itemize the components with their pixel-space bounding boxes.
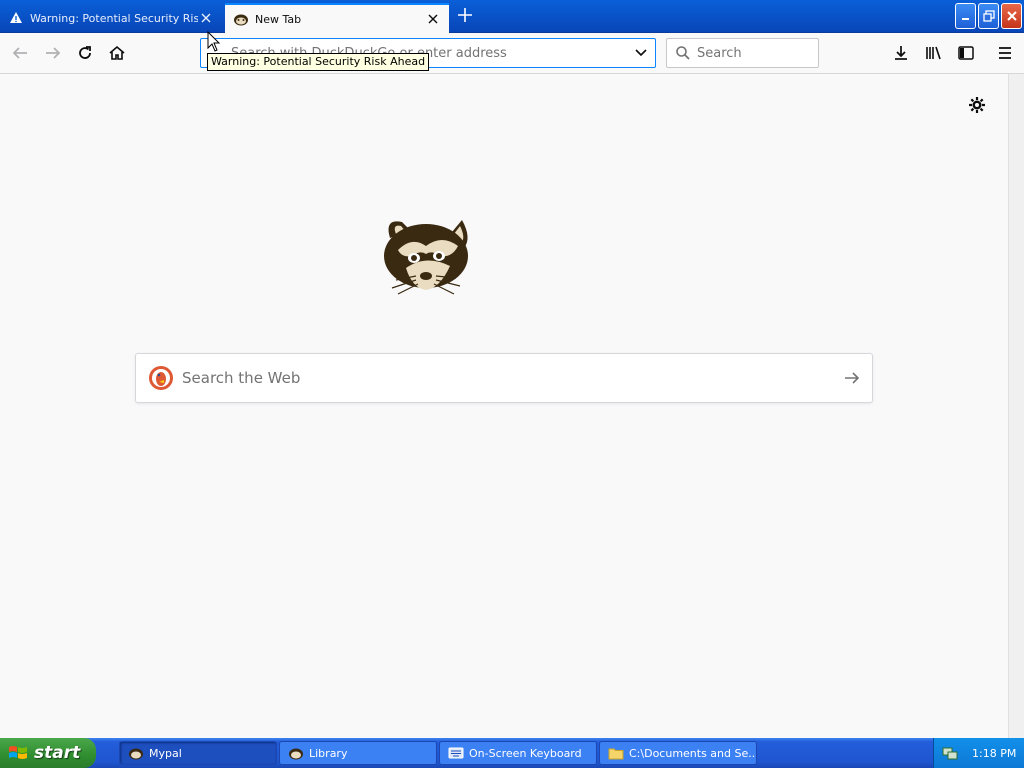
home-button[interactable] bbox=[104, 41, 130, 65]
network-icon[interactable] bbox=[942, 745, 958, 761]
hamburger-menu-icon bbox=[999, 47, 1011, 59]
start-label: start bbox=[34, 743, 81, 763]
taskbar-item-label: Mypal bbox=[149, 746, 182, 760]
search-bar[interactable] bbox=[666, 38, 819, 68]
chevron-down-icon[interactable] bbox=[627, 39, 655, 67]
tab-title: New Tab bbox=[255, 12, 302, 26]
library-icon bbox=[926, 46, 941, 60]
folder-icon bbox=[608, 745, 624, 761]
sidebar-icon bbox=[958, 46, 974, 60]
duckduckgo-icon bbox=[149, 366, 173, 390]
taskbar-item-label: On-Screen Keyboard bbox=[469, 746, 582, 760]
system-tray: 1:18 PM bbox=[933, 738, 1024, 768]
plus-icon bbox=[458, 8, 472, 22]
search-submit-button[interactable] bbox=[832, 358, 872, 398]
forward-arrow-icon bbox=[46, 47, 61, 59]
back-arrow-icon bbox=[12, 47, 27, 59]
tab-title: Warning: Potential Security Risk Ahead bbox=[30, 11, 198, 25]
mouse-cursor-icon bbox=[207, 31, 221, 52]
forward-button[interactable] bbox=[40, 41, 66, 65]
clock[interactable]: 1:18 PM bbox=[972, 747, 1016, 760]
new-tab-page bbox=[0, 74, 1008, 738]
close-icon[interactable] bbox=[198, 10, 214, 26]
web-search-input[interactable] bbox=[182, 369, 832, 387]
arrow-right-icon bbox=[845, 372, 860, 384]
close-icon[interactable] bbox=[425, 11, 441, 27]
new-tab-button[interactable] bbox=[452, 5, 478, 29]
raccoon-icon bbox=[233, 11, 249, 27]
raccoon-icon bbox=[128, 745, 144, 761]
reload-button[interactable] bbox=[72, 41, 98, 65]
vertical-scrollbar[interactable] bbox=[1008, 74, 1024, 738]
search-icon bbox=[676, 46, 690, 60]
taskbar-item-label: C:\Documents and Se... bbox=[629, 746, 757, 760]
minimize-icon bbox=[961, 18, 969, 20]
raccoon-icon bbox=[288, 745, 304, 761]
back-button[interactable] bbox=[7, 41, 33, 65]
reload-icon bbox=[79, 46, 91, 59]
search-input[interactable] bbox=[697, 45, 807, 61]
home-icon bbox=[109, 45, 125, 60]
web-search-box[interactable] bbox=[135, 353, 873, 403]
tab-security-warning[interactable]: Warning: Potential Security Risk Ahead bbox=[0, 3, 222, 33]
tab-strip: Warning: Potential Security Risk Ahead N… bbox=[0, 0, 1024, 33]
downloads-button[interactable] bbox=[888, 41, 914, 65]
tooltip: Warning: Potential Security Risk Ahead bbox=[207, 53, 430, 71]
taskbar-item-folder[interactable]: C:\Documents and Se... bbox=[599, 741, 757, 765]
restore-icon bbox=[982, 10, 995, 22]
download-icon bbox=[895, 46, 907, 60]
warning-icon bbox=[8, 10, 24, 26]
keyboard-icon bbox=[448, 745, 464, 761]
close-icon bbox=[1006, 11, 1017, 21]
windows-taskbar: start Mypal Library On-Screen Keyboard C… bbox=[0, 738, 1024, 768]
gear-icon bbox=[969, 97, 985, 113]
mypal-raccoon-logo bbox=[376, 210, 472, 300]
start-button[interactable]: start bbox=[0, 738, 96, 768]
minimize-button[interactable] bbox=[955, 3, 976, 29]
settings-button[interactable] bbox=[964, 92, 990, 118]
taskbar-item-label: Library bbox=[309, 746, 348, 760]
taskbar-item-on-screen-keyboard[interactable]: On-Screen Keyboard bbox=[439, 741, 597, 765]
windows-flag-icon bbox=[9, 746, 27, 759]
tab-new-tab[interactable]: New Tab bbox=[225, 3, 449, 33]
sidebar-button[interactable] bbox=[953, 41, 979, 65]
taskbar-item-library[interactable]: Library bbox=[279, 741, 437, 765]
navigation-toolbar bbox=[0, 33, 1024, 74]
close-window-button[interactable] bbox=[1001, 3, 1022, 29]
menu-button[interactable] bbox=[992, 41, 1018, 65]
restore-button[interactable] bbox=[978, 3, 999, 29]
taskbar-item-mypal[interactable]: Mypal bbox=[119, 741, 277, 765]
library-button[interactable] bbox=[921, 41, 947, 65]
